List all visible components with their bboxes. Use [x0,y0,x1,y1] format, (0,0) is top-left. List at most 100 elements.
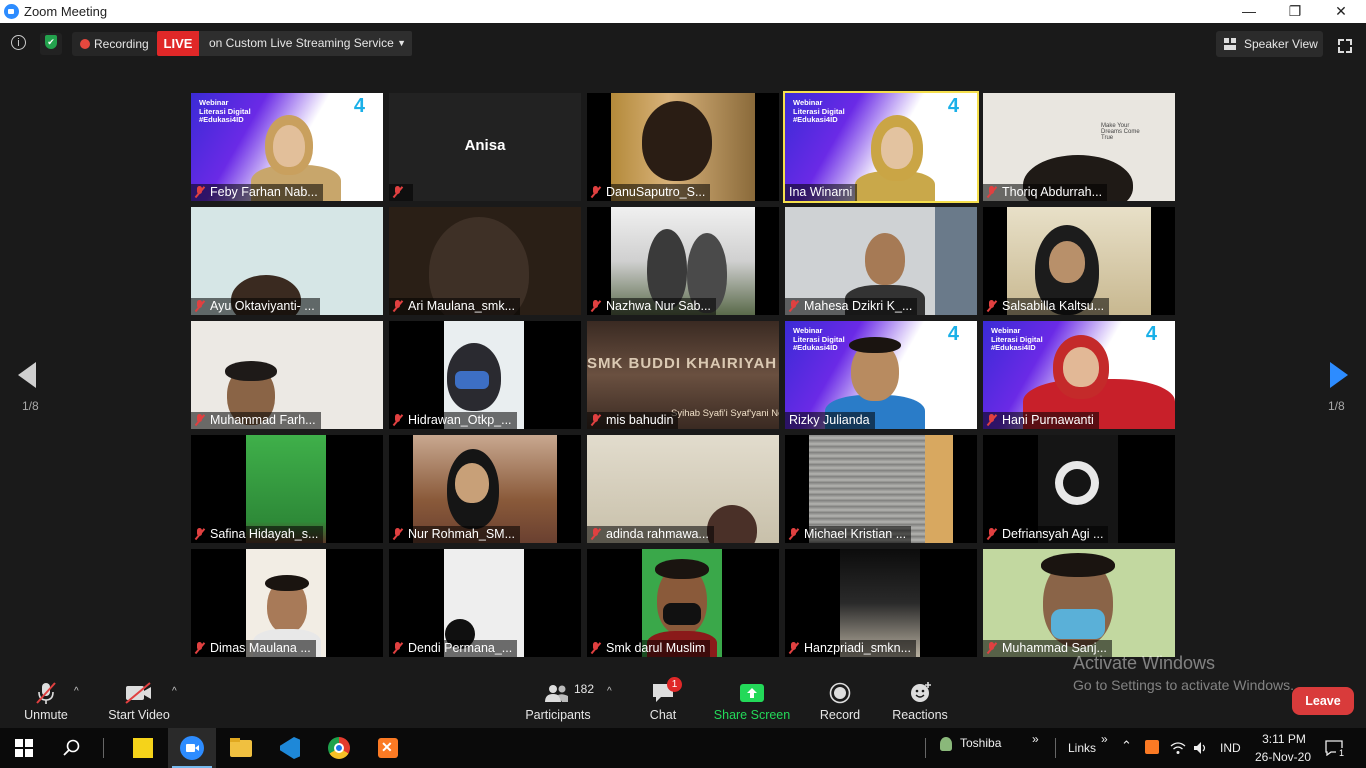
video-tile[interactable]: Anisa [389,93,581,201]
window-titlebar: Zoom Meeting — ❐ ✕ [0,0,1366,23]
mic-muted-icon [393,528,403,540]
video-tile[interactable]: Nazhwa Nur Sab... [587,207,779,315]
video-tile[interactable]: Smk darul Muslim [587,549,779,657]
participant-name: Hani Purnawanti [983,412,1099,429]
unmute-button[interactable]: Unmute [16,668,76,728]
reactions-button[interactable]: Reactions [890,668,950,728]
participant-name: mis bahudin [587,412,679,429]
video-tile[interactable]: SMK BUDDI KHAIRIYAH SCHOOL Syihab Syafi'… [587,321,779,429]
video-tile[interactable]: Ari Maulana_smk... [389,207,581,315]
participant-name: Nur Rohmah_SM... [389,526,520,543]
activate-windows-title: Activate Windows [1073,653,1216,673]
xampp-app-icon[interactable]: ✕ [364,728,412,768]
video-tile[interactable]: adinda rahmawa... [587,435,779,543]
mic-muted-icon [393,186,403,198]
taskbar-date[interactable]: 26-Nov-20 [1251,750,1315,764]
speaker-view-button[interactable]: Speaker View [1216,31,1323,57]
chrome-app-icon[interactable] [315,728,363,768]
next-page-arrow-icon[interactable] [1330,362,1348,388]
close-button[interactable]: ✕ [1318,0,1364,23]
video-tile[interactable]: Hanzpriadi_smkn... [785,549,977,657]
minimize-button[interactable]: — [1226,0,1272,23]
participant-name: Feby Farhan Nab... [191,184,323,201]
chat-badge: 1 [667,677,682,692]
participants-caret-icon[interactable]: ^ [607,686,612,697]
windows-taskbar: ✕ Toshiba » Links » ⌃ IND 3:11 PM 26-Nov… [0,728,1366,768]
video-tile[interactable]: Ayu Oktaviyanti- ... [191,207,383,315]
mic-muted-icon [591,528,601,540]
participant-name: Michael Kristian ... [785,526,912,543]
video-tile[interactable]: DanuSaputro_S... [587,93,779,201]
page-indicator-right: 1/8 [1328,399,1345,413]
volume-icon[interactable] [1193,741,1209,755]
record-button[interactable]: Record [812,668,868,728]
participant-name: Salsabilla Kaltsu... [983,298,1110,315]
links-expand-icon[interactable]: » [1101,732,1108,746]
video-tile[interactable]: Michael Kristian ... [785,435,977,543]
info-icon[interactable]: i [11,35,26,50]
grid-icon [1224,38,1236,50]
leave-button[interactable]: Leave [1292,687,1354,715]
audio-options-caret-icon[interactable]: ^ [74,686,79,697]
video-tile[interactable]: Hidrawan_Otkp_... [389,321,581,429]
vscode-app-icon[interactable] [266,728,314,768]
chat-button[interactable]: 1 Chat [640,668,686,728]
recording-label: Recording [94,37,149,51]
participant-name [389,184,413,201]
taskbar-toolbar-name[interactable]: Toshiba [960,736,1001,750]
language-indicator[interactable]: IND [1220,741,1241,755]
start-video-label: Start Video [108,708,170,722]
participant-name: Muhammad Farh... [191,412,321,429]
sticky-notes-app-icon[interactable] [119,728,167,768]
participants-button[interactable]: 182 Participants [522,668,594,728]
show-hidden-icons-icon[interactable]: ⌃ [1121,738,1132,754]
video-tile[interactable]: Salsabilla Kaltsu... [983,207,1175,315]
taskbar-time[interactable]: 3:11 PM [1259,732,1309,746]
video-tile[interactable]: Safina Hidayah_s... [191,435,383,543]
speaker-view-label: Speaker View [1244,37,1318,51]
share-screen-button[interactable]: Share Screen [712,668,792,728]
video-tile[interactable]: Make Your Dreams Come True Thoriq Abdurr… [983,93,1175,201]
video-tile[interactable]: Muhammad Farh... [191,321,383,429]
toolbar-expand-icon[interactable]: » [1032,732,1039,746]
live-service-dropdown[interactable]: on Custom Live Streaming Service ▼ [199,31,412,56]
school-address-text: Syihab Syafi'i Syaf'yani No 54 [671,408,779,419]
video-tile[interactable]: Webinar Literasi Digital #Edukasi4ID 4 Riz… [785,321,977,429]
video-tile[interactable]: Muhammad Sanj... [983,549,1175,657]
chevron-down-icon: ▼ [397,38,406,48]
participant-name: Ina Winarni [785,184,858,201]
video-tile[interactable]: Dimas Maulana ... [191,549,383,657]
mic-muted-icon [591,414,601,426]
mic-muted-icon [195,300,205,312]
file-explorer-app-icon[interactable] [217,728,265,768]
participant-name: DanuSaputro_S... [587,184,711,201]
xampp-tray-icon[interactable] [1145,740,1159,754]
wifi-icon[interactable] [1170,741,1186,755]
video-tile[interactable]: Mahesa Dzikri K_... [785,207,977,315]
live-badge: LIVE [157,31,199,56]
links-toolbar[interactable]: Links [1068,741,1096,755]
mic-muted-icon [195,414,205,426]
video-tile-active-speaker[interactable]: Webinar Literasi Digital #Edukasi4ID 4 Ina… [783,91,979,203]
video-tile[interactable]: Webinar Literasi Digital #Edukasi4ID 4 Han… [983,321,1175,429]
mic-muted-icon [195,186,205,198]
shield-icon[interactable] [40,33,62,55]
previous-page-arrow-icon[interactable] [18,362,36,388]
share-screen-label: Share Screen [713,708,791,722]
windows-start-icon[interactable] [15,739,33,757]
start-video-button[interactable]: Start Video [104,668,174,728]
maximize-button[interactable]: ❐ [1272,0,1318,23]
video-options-caret-icon[interactable]: ^ [172,686,177,697]
participant-name: Thoriq Abdurrah... [983,184,1108,201]
zoom-logo-icon [4,4,19,19]
video-tile[interactable]: Nur Rohmah_SM... [389,435,581,543]
video-tile[interactable]: Defriansyah Agi ... [983,435,1175,543]
recording-indicator[interactable]: Recording [72,32,157,56]
search-icon[interactable] [63,739,81,757]
participant-name: Nazhwa Nur Sab... [587,298,716,315]
fullscreen-icon[interactable] [1338,39,1352,53]
video-tile[interactable]: Webinar Literasi Digital #Edukasi4ID 4 Feb… [191,93,383,201]
zoom-app-icon[interactable] [168,728,216,768]
mic-off-icon [36,682,56,704]
video-tile[interactable]: Dendi Permana_... [389,549,581,657]
